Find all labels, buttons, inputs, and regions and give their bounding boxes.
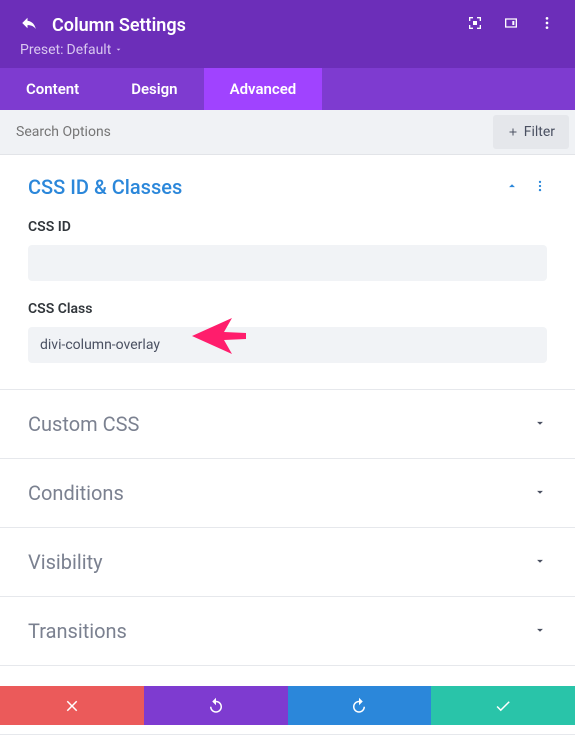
search-input[interactable] <box>0 112 487 152</box>
header-actions <box>467 15 555 35</box>
section-conditions[interactable]: Conditions <box>0 459 575 528</box>
tab-design[interactable]: Design <box>105 68 203 110</box>
search-row: Filter <box>0 110 575 155</box>
css-id-label: CSS ID <box>28 219 547 235</box>
section-title: Custom CSS <box>28 412 139 436</box>
css-id-input[interactable] <box>28 245 547 281</box>
chevron-down-icon <box>533 484 547 503</box>
filter-label: Filter <box>524 124 555 140</box>
caret-down-icon <box>114 42 123 58</box>
tab-content[interactable]: Content <box>0 68 105 110</box>
section-header-css[interactable]: CSS ID & Classes <box>28 175 547 199</box>
section-custom-css[interactable]: Custom CSS <box>0 390 575 459</box>
settings-tabs: Content Design Advanced <box>0 68 575 110</box>
undo-button[interactable] <box>144 686 288 725</box>
tab-advanced[interactable]: Advanced <box>204 68 323 110</box>
kebab-menu-icon[interactable] <box>539 15 555 35</box>
settings-header: Column Settings Preset: Default <box>0 0 575 68</box>
section-title: Transitions <box>28 619 127 643</box>
redo-button[interactable] <box>288 686 432 725</box>
header-top: Column Settings <box>20 14 555 36</box>
css-class-input[interactable] <box>28 327 547 363</box>
section-visibility[interactable]: Visibility <box>0 528 575 597</box>
save-button[interactable] <box>431 686 575 725</box>
section-title: Visibility <box>28 550 103 574</box>
back-icon[interactable] <box>20 14 38 36</box>
section-controls <box>505 178 547 197</box>
header-left: Column Settings <box>20 14 186 36</box>
settings-title: Column Settings <box>52 15 186 36</box>
section-css-id-classes: CSS ID & Classes CSS ID CSS Class <box>0 155 575 390</box>
preset-selector[interactable]: Preset: Default <box>20 42 555 58</box>
panel-icon[interactable] <box>503 15 519 35</box>
section-kebab-icon[interactable] <box>533 178 547 197</box>
cancel-button[interactable] <box>0 686 144 725</box>
css-class-label: CSS Class <box>28 301 547 317</box>
chevron-down-icon <box>533 415 547 434</box>
section-title: Conditions <box>28 481 124 505</box>
focus-icon[interactable] <box>467 15 483 35</box>
chevron-down-icon <box>533 622 547 641</box>
footer-actions <box>0 686 575 725</box>
preset-label: Preset: <box>20 42 64 58</box>
preset-value: Default <box>67 42 112 58</box>
section-title: CSS ID & Classes <box>28 175 182 199</box>
chevron-down-icon <box>533 553 547 572</box>
chevron-up-icon[interactable] <box>505 178 519 197</box>
filter-button[interactable]: Filter <box>493 115 569 149</box>
section-transitions[interactable]: Transitions <box>0 597 575 666</box>
